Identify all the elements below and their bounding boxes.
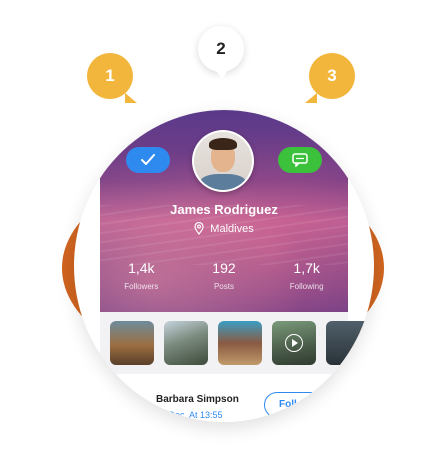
stat-value: 1,7k (293, 260, 320, 276)
phone-preview-circle: James Rodriguez Maldives 1,4k Followers … (74, 110, 374, 422)
stat-label: Followers (124, 282, 159, 291)
profile-header: James Rodriguez Maldives 1,4k Followers … (100, 110, 348, 312)
photo-thumbnail[interactable] (218, 321, 262, 365)
profile-card: James Rodriguez Maldives 1,4k Followers … (100, 110, 370, 422)
feed-timestamp: 02 Dec. At 13:55 (156, 410, 223, 420)
play-icon (285, 334, 303, 352)
photo-strip (100, 312, 370, 374)
stat-following[interactable]: 1,7k Following (272, 260, 342, 291)
stat-value: 192 (212, 260, 236, 276)
stat-followers[interactable]: 1,4k Followers (106, 260, 176, 291)
stat-posts[interactable]: 192 Posts (189, 260, 259, 291)
feed-item: Barbara Simpson 02 Dec. At 13:55 Follow (100, 380, 348, 422)
verify-button[interactable] (126, 147, 170, 173)
step-number: 1 (105, 66, 115, 85)
feed-avatar[interactable] (108, 394, 136, 422)
photo-thumbnail[interactable] (326, 321, 370, 365)
profile-location: Maldives (100, 222, 348, 235)
profile-name: James Rodriguez (170, 202, 278, 217)
photo-thumbnail[interactable] (110, 321, 154, 365)
photo-thumbnail[interactable] (164, 321, 208, 365)
message-button[interactable] (278, 147, 322, 173)
video-thumbnail[interactable] (272, 321, 316, 365)
chat-icon (292, 153, 308, 167)
step-number: 2 (216, 39, 226, 58)
step-badge-2: 2 (198, 26, 244, 80)
profile-avatar[interactable] (192, 130, 254, 192)
feed-user-name[interactable]: Barbara Simpson (156, 394, 239, 405)
location-pin-icon (194, 222, 204, 235)
follow-button[interactable]: Follow (264, 392, 326, 418)
stat-label: Posts (213, 282, 234, 291)
location-text: Maldives (210, 222, 254, 235)
step-badge-3: 3 (305, 53, 355, 103)
step-badge-1: 1 (87, 53, 137, 103)
step-number: 3 (327, 66, 337, 85)
stat-label: Following (289, 282, 324, 291)
check-icon (141, 154, 155, 165)
stat-value: 1,4k (128, 260, 155, 276)
profile-stats: 1,4k Followers 192 Posts 1,7k Following (100, 260, 348, 291)
